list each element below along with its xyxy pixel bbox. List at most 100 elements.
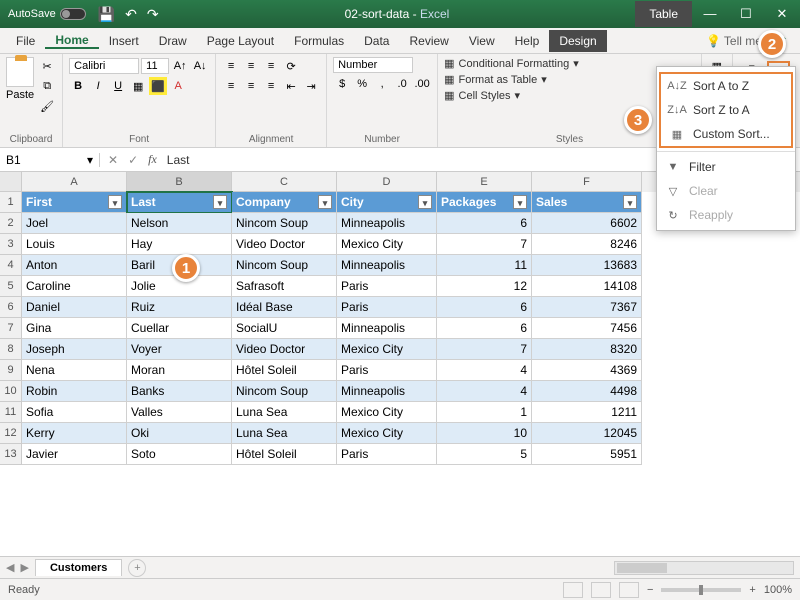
tab-formulas[interactable]: Formulas xyxy=(284,34,354,48)
cell[interactable]: Javier xyxy=(22,444,127,465)
increase-font-icon[interactable]: A↑ xyxy=(171,57,189,75)
cell[interactable]: 5 xyxy=(437,444,532,465)
tab-help[interactable]: Help xyxy=(505,34,550,48)
number-format-select[interactable]: Number xyxy=(333,57,413,73)
row-header[interactable]: 5 xyxy=(0,276,22,297)
cell[interactable]: Luna Sea xyxy=(232,402,337,423)
col-header-d[interactable]: D xyxy=(337,172,437,192)
row-header[interactable]: 6 xyxy=(0,297,22,318)
sheet-tab-customers[interactable]: Customers xyxy=(35,559,122,576)
header-cell[interactable]: Last▾ xyxy=(127,192,232,213)
orientation-icon[interactable]: ⟳ xyxy=(282,57,300,75)
enter-icon[interactable]: ✓ xyxy=(128,153,138,167)
toggle-off-icon[interactable] xyxy=(60,8,86,20)
row-header[interactable]: 11 xyxy=(0,402,22,423)
cell[interactable]: Minneapolis xyxy=(337,255,437,276)
cell[interactable]: Minneapolis xyxy=(337,381,437,402)
cell[interactable]: Minneapolis xyxy=(337,213,437,234)
header-cell[interactable]: Packages▾ xyxy=(437,192,532,213)
cell[interactable]: 6602 xyxy=(532,213,642,234)
tab-design[interactable]: Design xyxy=(549,30,606,52)
cell[interactable]: Nincom Soup xyxy=(232,381,337,402)
cell[interactable]: 10 xyxy=(437,423,532,444)
tab-insert[interactable]: Insert xyxy=(99,34,149,48)
cell[interactable]: SocialU xyxy=(232,318,337,339)
cell[interactable]: 8320 xyxy=(532,339,642,360)
cell[interactable]: 6 xyxy=(437,297,532,318)
cell[interactable]: Hay xyxy=(127,234,232,255)
filter-dropdown-icon[interactable]: ▾ xyxy=(513,195,527,209)
underline-button[interactable]: U xyxy=(109,77,127,95)
cell[interactable]: Minneapolis xyxy=(337,318,437,339)
filter-dropdown-icon[interactable]: ▾ xyxy=(623,195,637,209)
cancel-icon[interactable]: ✕ xyxy=(108,153,118,167)
cell[interactable]: 14108 xyxy=(532,276,642,297)
filter-item[interactable]: ▼Filter xyxy=(657,155,795,179)
decrease-font-icon[interactable]: A↓ xyxy=(191,57,209,75)
align-left-icon[interactable]: ≡ xyxy=(222,77,240,95)
row-header[interactable]: 4 xyxy=(0,255,22,276)
currency-icon[interactable]: $ xyxy=(333,75,351,93)
cell[interactable]: Daniel xyxy=(22,297,127,318)
decrease-decimal-icon[interactable]: .00 xyxy=(413,75,431,93)
redo-icon[interactable]: ↷ xyxy=(147,6,159,23)
cell[interactable]: Gina xyxy=(22,318,127,339)
cell[interactable]: Cuellar xyxy=(127,318,232,339)
cell[interactable]: Mexico City xyxy=(337,339,437,360)
cell[interactable]: Soto xyxy=(127,444,232,465)
horizontal-scrollbar[interactable] xyxy=(614,561,794,575)
cell[interactable]: Kerry xyxy=(22,423,127,444)
cell[interactable]: Anton xyxy=(22,255,127,276)
col-header-f[interactable]: F xyxy=(532,172,642,192)
fill-color-button[interactable]: ⬛ xyxy=(149,77,167,95)
cell[interactable]: 4 xyxy=(437,360,532,381)
cell[interactable]: 11 xyxy=(437,255,532,276)
cell[interactable]: 6 xyxy=(437,213,532,234)
cell[interactable]: 4498 xyxy=(532,381,642,402)
row-header[interactable]: 1 xyxy=(0,192,22,213)
cell[interactable]: 1211 xyxy=(532,402,642,423)
paste-button[interactable]: Paste xyxy=(6,57,34,115)
cell[interactable]: Valles xyxy=(127,402,232,423)
cell[interactable]: Idéal Base xyxy=(232,297,337,318)
row-header[interactable]: 2 xyxy=(0,213,22,234)
row-header[interactable]: 12 xyxy=(0,423,22,444)
italic-button[interactable]: I xyxy=(89,77,107,95)
filter-dropdown-icon[interactable]: ▾ xyxy=(318,195,332,209)
align-middle-icon[interactable]: ≡ xyxy=(242,57,260,75)
row-header[interactable]: 10 xyxy=(0,381,22,402)
cut-icon[interactable]: ✂ xyxy=(38,57,56,75)
cell[interactable]: 7 xyxy=(437,234,532,255)
row-header[interactable]: 7 xyxy=(0,318,22,339)
cell[interactable]: Joel xyxy=(22,213,127,234)
cell[interactable]: Paris xyxy=(337,360,437,381)
normal-view-icon[interactable] xyxy=(563,582,583,598)
col-header-e[interactable]: E xyxy=(437,172,532,192)
formula-input[interactable]: Last xyxy=(167,153,190,167)
cell[interactable]: Luna Sea xyxy=(232,423,337,444)
cell[interactable]: Mexico City xyxy=(337,423,437,444)
cell[interactable]: 4 xyxy=(437,381,532,402)
font-size-select[interactable]: 11 xyxy=(141,58,169,74)
cell[interactable]: Ruiz xyxy=(127,297,232,318)
cell[interactable]: Nelson xyxy=(127,213,232,234)
cell[interactable]: Caroline xyxy=(22,276,127,297)
cell[interactable]: Nincom Soup xyxy=(232,213,337,234)
cell[interactable]: 12 xyxy=(437,276,532,297)
cell[interactable]: 8246 xyxy=(532,234,642,255)
page-layout-view-icon[interactable] xyxy=(591,582,611,598)
fx-icon[interactable]: fx xyxy=(148,152,157,167)
filter-dropdown-icon[interactable]: ▾ xyxy=(213,195,227,209)
cell[interactable]: Louis xyxy=(22,234,127,255)
custom-sort[interactable]: ▦Custom Sort... xyxy=(661,122,791,146)
indent-decrease-icon[interactable]: ⇤ xyxy=(282,77,300,95)
cell[interactable]: Paris xyxy=(337,297,437,318)
border-button[interactable]: ▦ xyxy=(129,77,147,95)
maximize-button[interactable]: ☐ xyxy=(728,6,764,22)
cell[interactable]: 6 xyxy=(437,318,532,339)
col-header-c[interactable]: C xyxy=(232,172,337,192)
tab-view[interactable]: View xyxy=(459,34,505,48)
tab-home[interactable]: Home xyxy=(45,33,98,49)
align-center-icon[interactable]: ≡ xyxy=(242,77,260,95)
autosave-toggle[interactable]: AutoSave xyxy=(8,8,86,20)
